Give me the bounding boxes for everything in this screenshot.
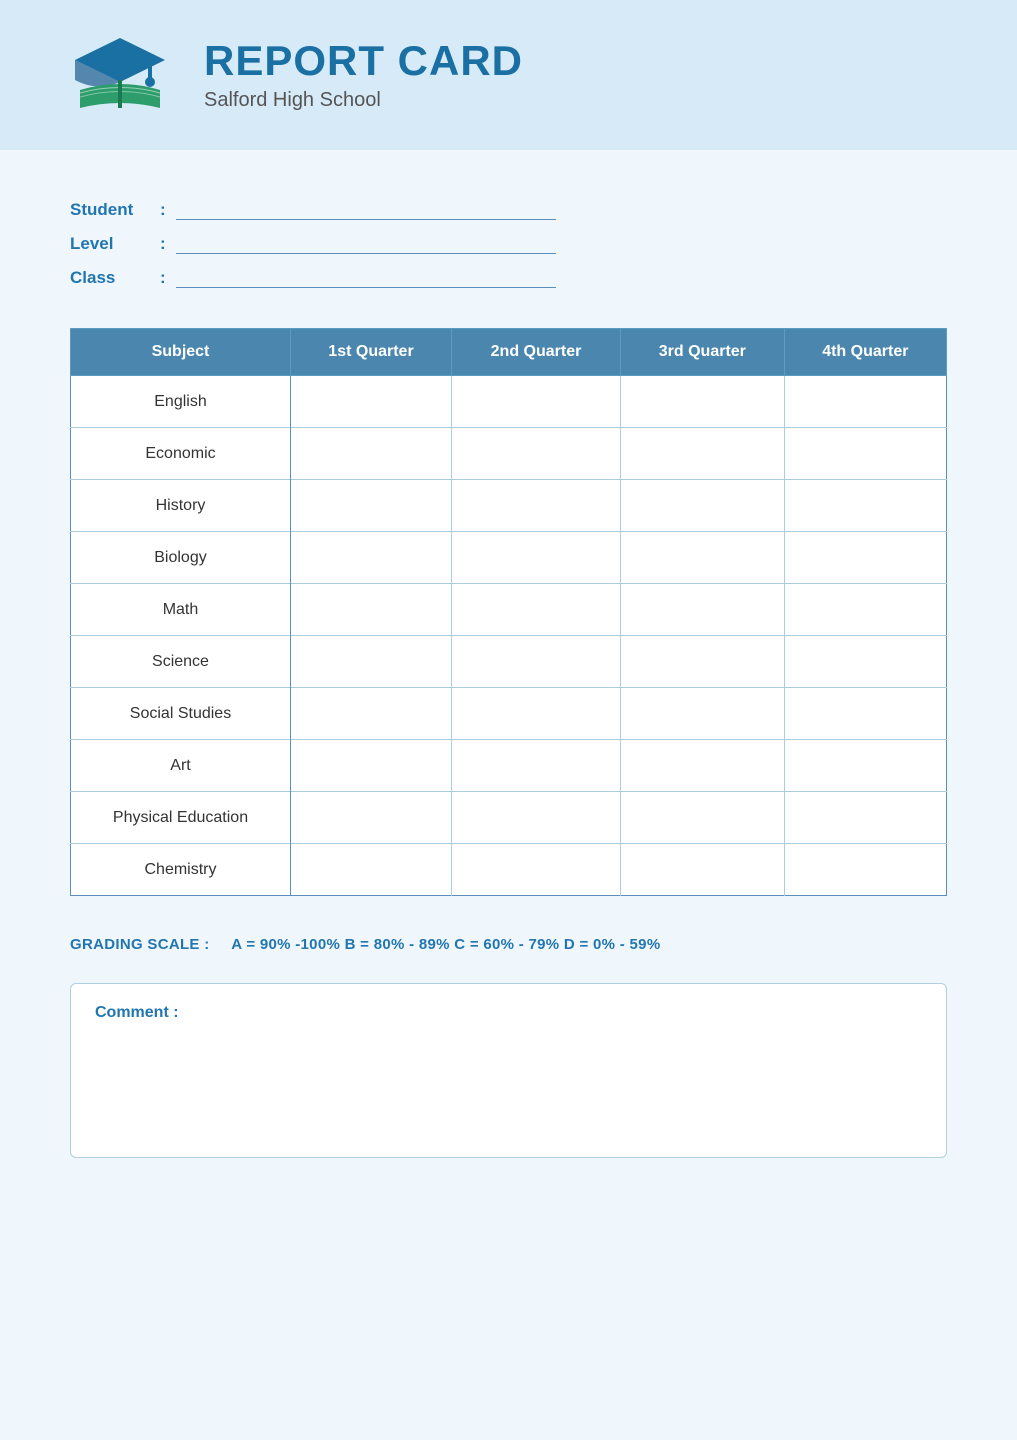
student-input[interactable]: [176, 200, 556, 220]
grade-cell-q1: [291, 844, 452, 896]
grade-cell-q2: [451, 428, 620, 480]
subject-cell: Chemistry: [71, 844, 291, 896]
grade-cell-q3: [621, 428, 785, 480]
grade-cell-q4: [784, 376, 946, 428]
grade-cell-q2: [451, 740, 620, 792]
grade-cell-q4: [784, 428, 946, 480]
col-q2: 2nd Quarter: [451, 329, 620, 376]
grade-cell-q2: [451, 532, 620, 584]
col-q4: 4th Quarter: [784, 329, 946, 376]
col-q3: 3rd Quarter: [621, 329, 785, 376]
school-name: Salford High School: [204, 89, 523, 112]
subject-cell: History: [71, 480, 291, 532]
subject-cell: Science: [71, 636, 291, 688]
grade-cell-q3: [621, 480, 785, 532]
grade-cell-q3: [621, 376, 785, 428]
student-colon: :: [160, 200, 166, 220]
grade-cell-q1: [291, 688, 452, 740]
grade-cell-q4: [784, 584, 946, 636]
grade-cell-q4: [784, 636, 946, 688]
table-row: Math: [71, 584, 947, 636]
grade-cell-q4: [784, 532, 946, 584]
grade-cell-q3: [621, 792, 785, 844]
grade-cell-q4: [784, 792, 946, 844]
grade-cell-q1: [291, 584, 452, 636]
class-input[interactable]: [176, 268, 556, 288]
logo: [60, 30, 180, 120]
table-row: History: [71, 480, 947, 532]
subject-cell: Math: [71, 584, 291, 636]
subject-cell: English: [71, 376, 291, 428]
grade-cell-q2: [451, 792, 620, 844]
subject-cell: Social Studies: [71, 688, 291, 740]
student-info-section: Student : Level : Class :: [70, 200, 947, 288]
grade-cell-q1: [291, 532, 452, 584]
grade-cell-q4: [784, 740, 946, 792]
grade-cell-q2: [451, 636, 620, 688]
grade-cell-q2: [451, 844, 620, 896]
report-card-title: REPORT CARD: [204, 38, 523, 84]
level-row: Level :: [70, 234, 947, 254]
grade-cell-q1: [291, 376, 452, 428]
grade-cell-q2: [451, 688, 620, 740]
table-row: Social Studies: [71, 688, 947, 740]
grade-cell-q3: [621, 584, 785, 636]
class-label: Class: [70, 268, 160, 288]
grade-cell-q1: [291, 740, 452, 792]
grade-cell-q3: [621, 636, 785, 688]
grade-cell-q3: [621, 688, 785, 740]
table-body: EnglishEconomicHistoryBiologyMathScience…: [71, 376, 947, 896]
subject-cell: Economic: [71, 428, 291, 480]
header-section: REPORT CARD Salford High School: [0, 0, 1017, 150]
class-row: Class :: [70, 268, 947, 288]
col-q1: 1st Quarter: [291, 329, 452, 376]
grading-scale-text: A = 90% -100% B = 80% - 89% C = 60% - 79…: [231, 936, 660, 953]
comment-box: Comment :: [70, 983, 947, 1158]
class-colon: :: [160, 268, 166, 288]
table-row: Science: [71, 636, 947, 688]
level-label: Level: [70, 234, 160, 254]
table-row: Economic: [71, 428, 947, 480]
comment-label: Comment :: [95, 1004, 922, 1022]
grade-cell-q3: [621, 740, 785, 792]
grade-cell-q3: [621, 532, 785, 584]
table-row: Art: [71, 740, 947, 792]
table-header: Subject 1st Quarter 2nd Quarter 3rd Quar…: [71, 329, 947, 376]
grading-scale: GRADING SCALE : A = 90% -100% B = 80% - …: [70, 936, 947, 953]
table-row: English: [71, 376, 947, 428]
level-input[interactable]: [176, 234, 556, 254]
grade-cell-q2: [451, 584, 620, 636]
grading-scale-label: GRADING SCALE :: [70, 936, 210, 953]
subject-cell: Physical Education: [71, 792, 291, 844]
level-colon: :: [160, 234, 166, 254]
table-row: Biology: [71, 532, 947, 584]
grade-cell-q4: [784, 844, 946, 896]
grade-cell-q2: [451, 376, 620, 428]
main-content: Student : Level : Class : Subject 1st Qu…: [0, 150, 1017, 1198]
grade-cell-q3: [621, 844, 785, 896]
student-label: Student: [70, 200, 160, 220]
subject-cell: Biology: [71, 532, 291, 584]
grade-cell-q1: [291, 792, 452, 844]
comment-textarea[interactable]: [95, 1032, 922, 1132]
col-subject: Subject: [71, 329, 291, 376]
grade-cell-q1: [291, 428, 452, 480]
grades-table: Subject 1st Quarter 2nd Quarter 3rd Quar…: [70, 328, 947, 896]
grade-cell-q2: [451, 480, 620, 532]
header-text: REPORT CARD Salford High School: [204, 38, 523, 111]
subject-cell: Art: [71, 740, 291, 792]
grade-cell-q4: [784, 480, 946, 532]
table-row: Physical Education: [71, 792, 947, 844]
table-row: Chemistry: [71, 844, 947, 896]
grade-cell-q4: [784, 688, 946, 740]
student-row: Student :: [70, 200, 947, 220]
grade-cell-q1: [291, 480, 452, 532]
grade-cell-q1: [291, 636, 452, 688]
